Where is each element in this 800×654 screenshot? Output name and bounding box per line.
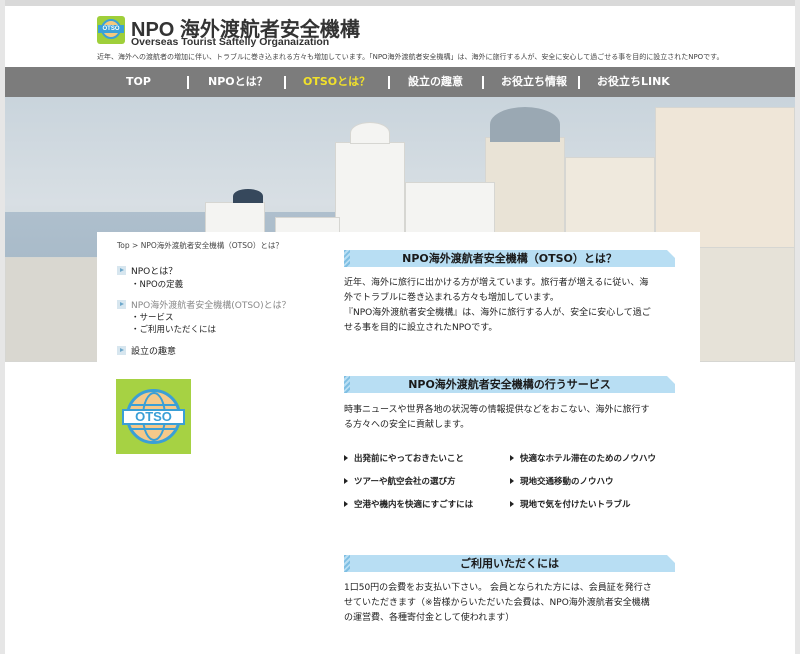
services-line: る方々への安全に貢献します。 xyxy=(344,420,470,430)
nav-otso[interactable]: OTSOとは？ xyxy=(303,67,370,97)
nav-separator xyxy=(187,76,189,89)
service-item[interactable]: 快適なホテル滞在のためのノウハウ xyxy=(510,452,656,464)
nav-separator xyxy=(578,76,580,89)
about-text: 近年、海外に旅行に出かける方が増えています。旅行者が増えるに従い、海 外でトラブ… xyxy=(344,276,676,336)
section-heading-usage: ご利用いただくには xyxy=(344,555,675,572)
main-nav: TOP NPOとは？ OTSOとは？ 設立の趣意 お役立ち情報 お役立ちLINK xyxy=(5,67,795,97)
section-heading-about: NPO海外渡航者安全機構（OTSO）とは？ xyxy=(344,250,675,267)
hero-dome xyxy=(490,107,560,142)
arrow-right-icon xyxy=(510,455,514,461)
nav-separator xyxy=(482,76,484,89)
service-item[interactable]: 現地交通移動のノウハウ xyxy=(510,475,614,487)
otso-logo: OTSO xyxy=(116,379,191,454)
service-item[interactable]: 出発前にやっておきたいこと xyxy=(344,452,464,464)
window-top-edge xyxy=(0,0,800,6)
arrow-right-icon xyxy=(117,300,126,309)
arrow-right-icon xyxy=(344,455,348,461)
breadcrumb[interactable]: Top > NPO海外渡航者安全機構（OTSO）とは？ xyxy=(117,240,283,251)
arrow-right-icon xyxy=(117,266,126,275)
nav-top[interactable]: TOP xyxy=(126,67,151,97)
side-item-otso[interactable]: NPO海外渡航者安全機構(OTSO)とは？ xyxy=(117,298,291,311)
about-line: 近年、海外に旅行に出かける方が増えています。旅行者が増えるに従い、海 xyxy=(344,278,649,288)
services-line: 時事ニュースや世界各地の状況等の情報提供などをおこない、海外に旅行す xyxy=(344,405,650,415)
hero-building xyxy=(5,257,105,362)
side-sub-npo-definition[interactable]: ・NPOの定義 xyxy=(131,278,183,290)
hero-building xyxy=(695,247,795,362)
logo-text: OTSO xyxy=(122,409,185,425)
hero-dome xyxy=(233,189,263,203)
nav-npo[interactable]: NPOとは？ xyxy=(208,67,268,97)
nav-purpose[interactable]: 設立の趣意 xyxy=(408,67,463,97)
service-item-label: 快適なホテル滞在のためのノウハウ xyxy=(520,454,657,464)
service-item[interactable]: 空港や機内を快適にすごすには xyxy=(344,498,473,510)
arrow-right-icon xyxy=(344,478,348,484)
usage-line: 1口50円の会費をお支払い下さい。 会員となられた方には、会員証を発行さ xyxy=(344,583,652,593)
service-item[interactable]: ツアーや航空会社の選び方 xyxy=(344,475,456,487)
nav-links[interactable]: お役立ちLINK xyxy=(597,67,670,97)
arrow-right-icon xyxy=(344,501,348,507)
about-line: 外でトラブルに巻き込まれる方々も増加しています。 xyxy=(344,293,559,303)
about-line: せる事を目的に設立されたNPOです。 xyxy=(344,323,498,333)
about-line: 『NPO海外渡航者安全機構』は、海外に旅行する人が、安全に安心して過ご xyxy=(344,308,651,318)
side-item-label: NPO海外渡航者安全機構(OTSO)とは？ xyxy=(131,301,291,311)
side-item-label: NPOとは？ xyxy=(131,267,178,277)
hero-building xyxy=(335,142,405,242)
service-item-label: 空港や機内を快適にすごすには xyxy=(354,500,474,510)
service-item-label: 現地で気を付けたいトラブル xyxy=(520,500,631,510)
nav-separator xyxy=(388,76,390,89)
arrow-right-icon xyxy=(510,501,514,507)
side-sub-services[interactable]: ・サービス xyxy=(131,311,174,323)
window-right-edge xyxy=(795,0,800,654)
side-sub-usage[interactable]: ・ご利用いただくには xyxy=(131,323,216,335)
hero-dome xyxy=(350,122,390,144)
logo-text: OTSO xyxy=(98,25,124,33)
service-item[interactable]: 現地で気を付けたいトラブル xyxy=(510,498,631,510)
site-tagline: 近年、海外への渡航者の増加に伴い、トラブルに巻き込まれる方々も増加しています。「… xyxy=(97,53,724,61)
site-subtitle: Overseas Tourist Saftelly Organaization xyxy=(131,36,330,48)
nav-info[interactable]: お役立ち情報 xyxy=(501,67,567,97)
side-item-label: 設立の趣意 xyxy=(131,347,177,357)
usage-text: 1口50円の会費をお支払い下さい。 会員となられた方には、会員証を発行さ せてい… xyxy=(344,581,676,626)
service-item-label: 出発前にやっておきたいこと xyxy=(354,454,464,464)
service-item-label: 現地交通移動のノウハウ xyxy=(520,477,614,487)
site-logo[interactable]: OTSO xyxy=(97,16,125,44)
nav-separator xyxy=(284,76,286,89)
usage-line: せていただきます（※皆様からいただいた会費は、NPO海外渡航者安全機構 xyxy=(344,598,650,608)
side-item-npo[interactable]: NPOとは？ xyxy=(117,264,177,277)
arrow-right-icon xyxy=(510,478,514,484)
usage-line: の運営費、各種寄付金として使われます） xyxy=(344,613,515,623)
section-heading-services: NPO海外渡航者安全機構の行うサービス xyxy=(344,376,675,393)
arrow-right-icon xyxy=(117,346,126,355)
service-item-label: ツアーや航空会社の選び方 xyxy=(354,477,456,487)
services-text: 時事ニュースや世界各地の状況等の情報提供などをおこない、海外に旅行す る方々への… xyxy=(344,403,676,433)
side-item-purpose[interactable]: 設立の趣意 xyxy=(117,344,176,357)
